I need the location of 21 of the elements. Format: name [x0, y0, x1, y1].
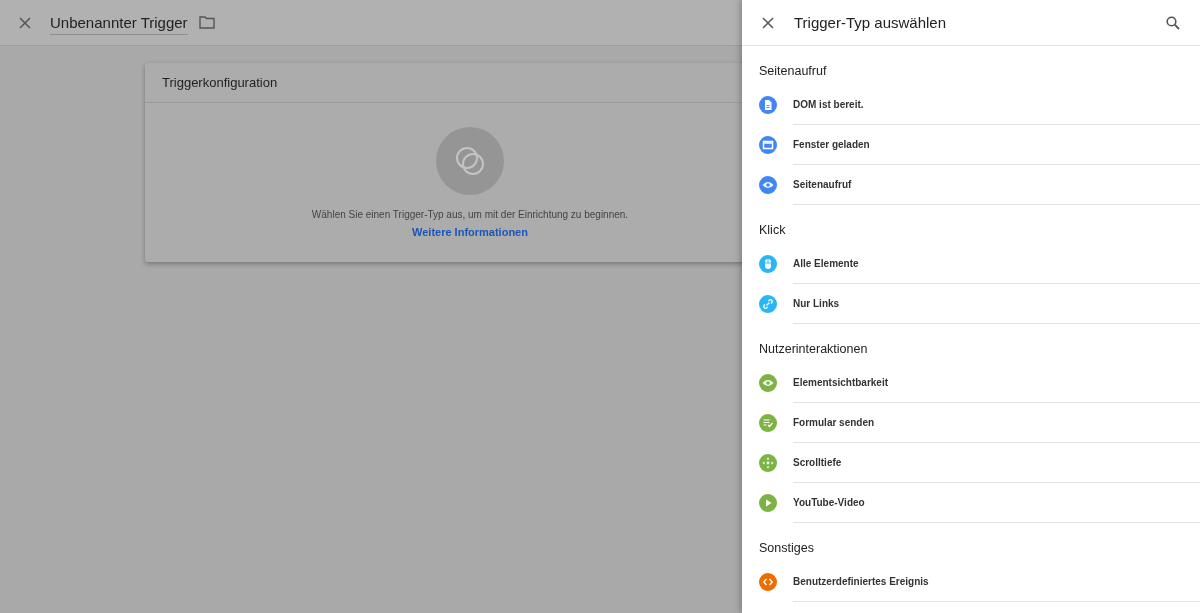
hint-text: Wählen Sie einen Trigger-Typ aus, um mit der Einrichtung zu beginnen.: [311, 209, 629, 220]
close-icon[interactable]: [762, 16, 774, 29]
trigger-type-item[interactable]: Elementsichtbarkeit: [742, 363, 1200, 403]
close-icon[interactable]: [19, 16, 31, 29]
trigger-type-item[interactable]: Formular senden: [742, 403, 1200, 443]
trigger-type-item[interactable]: Scrolltiefe: [742, 443, 1200, 483]
section-heading: Klick: [758, 222, 787, 239]
section-heading: Seitenaufruf: [758, 63, 828, 80]
trigger-name-field[interactable]: Unbenannter Trigger: [50, 10, 188, 35]
search-icon[interactable]: [1166, 15, 1180, 30]
trigger-type-item[interactable]: Fenster geladen: [742, 125, 1200, 165]
section-heading: Nutzerinteraktionen: [758, 341, 869, 358]
trigger-type-item[interactable]: Seitenaufruf: [742, 165, 1200, 205]
section-heading: Sonstiges: [758, 540, 815, 557]
trigger-type-item[interactable]: DOM ist bereit.: [742, 85, 1200, 125]
trigger-type-item[interactable]: Benutzerdefiniertes Ereignis: [742, 562, 1200, 602]
trigger-type-item[interactable]: Alle Elemente: [742, 244, 1200, 284]
folder-icon[interactable]: [198, 16, 215, 29]
panel-title: Trigger-Typ auswählen: [794, 14, 947, 31]
trigger-type-item[interactable]: Nur Links: [742, 284, 1200, 324]
trigger-type-item[interactable]: YouTube-Video: [742, 483, 1200, 523]
